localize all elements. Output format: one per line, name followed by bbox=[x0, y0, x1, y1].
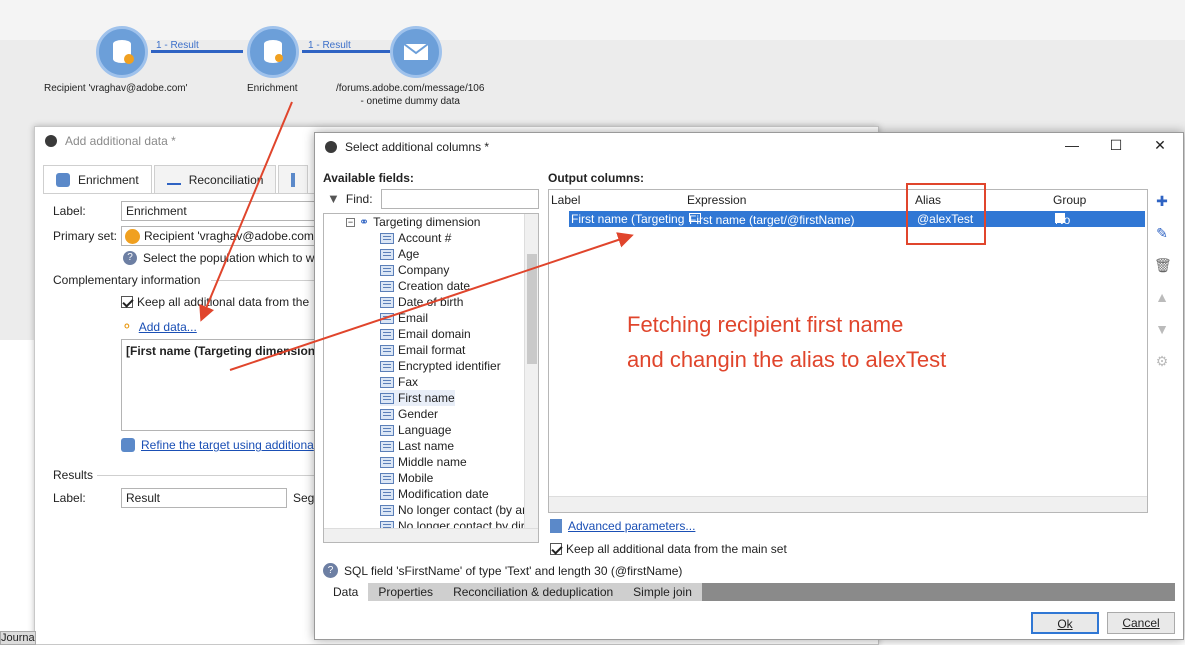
annotation-text: Fetching recipient first name and changi… bbox=[627, 307, 946, 377]
annotation-line-1: Fetching recipient first name bbox=[627, 312, 904, 337]
annotation-arrow-1 bbox=[199, 101, 293, 322]
annotation-line-2: and changin the alias to alexTest bbox=[627, 347, 947, 372]
annotation-overlay bbox=[199, 101, 634, 371]
annotation-arrow-2 bbox=[229, 232, 634, 371]
